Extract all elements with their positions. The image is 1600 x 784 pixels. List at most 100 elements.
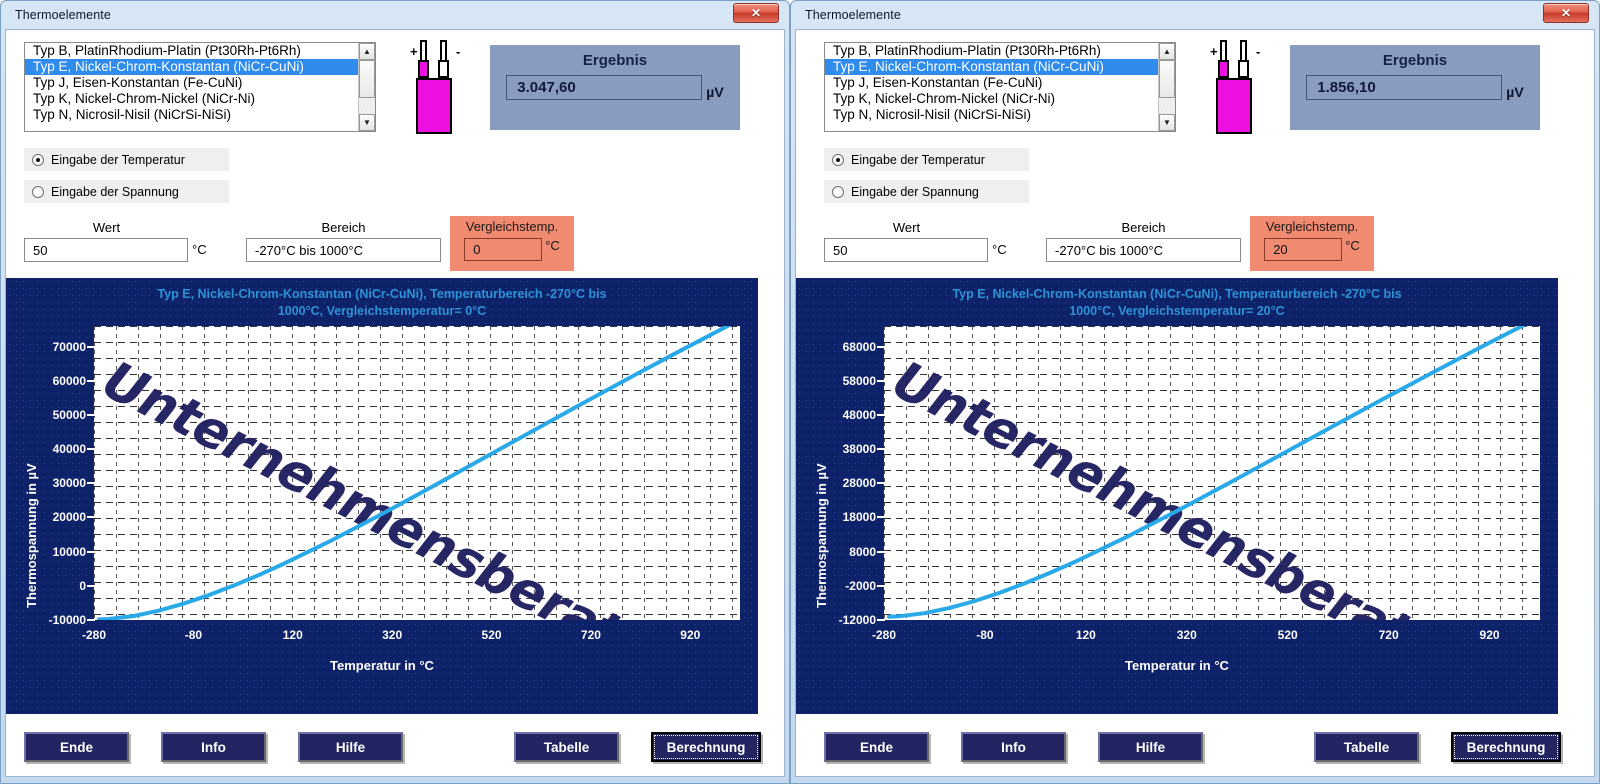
- radio-indicator[interactable]: [832, 153, 844, 166]
- vergleichstemp-panel: Vergleichstemp. 20 °C: [1250, 216, 1374, 271]
- thermocouple-plug-icon: + -: [410, 40, 470, 150]
- y-tick-mark: [87, 448, 95, 451]
- y-tick-label: 48000: [806, 408, 885, 422]
- close-button[interactable]: ✕: [1543, 3, 1589, 23]
- result-value[interactable]: 1.856,10: [1306, 75, 1503, 100]
- result-unit: µV: [706, 84, 724, 100]
- window-title: Thermoelemente: [15, 8, 111, 22]
- vergleichstemp-label: Vergleichstemp.: [1265, 219, 1359, 234]
- list-item[interactable]: Typ B, PlatinRhodium-Platin (Pt30Rh-Pt6R…: [25, 43, 358, 59]
- y-tick-mark: [87, 482, 95, 485]
- series-line-thermovoltage: [887, 326, 1527, 619]
- scrollbar-track[interactable]: [359, 60, 375, 114]
- button-berechnung[interactable]: Berechnung: [1451, 732, 1561, 762]
- bereich-input[interactable]: -270°C bis 1000°C: [246, 238, 441, 262]
- chart-title: Typ E, Nickel-Chrom-Konstantan (NiCr-CuN…: [796, 286, 1558, 320]
- close-button[interactable]: ✕: [733, 3, 779, 23]
- y-tick-label: -10000: [16, 613, 95, 627]
- plug-pin-positive: [1220, 40, 1227, 62]
- y-tick-label: 50000: [16, 408, 95, 422]
- scroll-down-icon[interactable]: ▼: [1159, 114, 1175, 131]
- chart-title-line1: Typ E, Nickel-Chrom-Konstantan (NiCr-CuN…: [952, 287, 1402, 301]
- y-tick-mark: [877, 345, 885, 348]
- scroll-up-icon[interactable]: ▲: [359, 43, 375, 60]
- chart-title: Typ E, Nickel-Chrom-Konstantan (NiCr-CuN…: [6, 286, 758, 320]
- button-ende[interactable]: Ende: [24, 732, 129, 762]
- scrollbar-thumb[interactable]: [1159, 60, 1175, 98]
- list-item[interactable]: Typ K, Nickel-Chrom-Nickel (NiCr-Ni): [825, 91, 1158, 107]
- y-tick-mark: [87, 345, 95, 348]
- result-panel: Ergebnis 3.047,60 µV: [490, 45, 740, 130]
- listbox-items: Typ B, PlatinRhodium-Platin (Pt30Rh-Pt6R…: [25, 43, 358, 131]
- scrollbar-thumb[interactable]: [359, 60, 375, 98]
- chart-panel: Typ E, Nickel-Chrom-Konstantan (NiCr-CuN…: [6, 278, 758, 714]
- scrollbar-track[interactable]: [1159, 60, 1175, 114]
- y-tick-mark: [87, 516, 95, 519]
- vergleichstemp-input[interactable]: 0: [464, 238, 543, 261]
- button-tabelle[interactable]: Tabelle: [514, 732, 619, 762]
- radio-indicator[interactable]: [32, 185, 44, 198]
- wert-input[interactable]: 50: [24, 238, 188, 262]
- result-value[interactable]: 3.047,60: [506, 75, 703, 100]
- list-item[interactable]: Typ B, PlatinRhodium-Platin (Pt30Rh-Pt6R…: [825, 43, 1158, 59]
- button-berechnung[interactable]: Berechnung: [651, 732, 761, 762]
- list-item[interactable]: Typ J, Eisen-Konstantan (Fe-CuNi): [825, 75, 1158, 91]
- y-axis-label: Thermospannung in µV: [814, 463, 829, 608]
- list-item[interactable]: Typ K, Nickel-Chrom-Nickel (NiCr-Ni): [25, 91, 358, 107]
- y-tick-mark: [877, 482, 885, 485]
- plug-pin-negative: [1240, 40, 1247, 62]
- scroll-down-icon[interactable]: ▼: [359, 114, 375, 131]
- listbox-scrollbar[interactable]: ▲ ▼: [358, 43, 375, 131]
- list-item[interactable]: Typ E, Nickel-Chrom-Konstantan (NiCr-CuN…: [25, 59, 358, 75]
- list-item[interactable]: Typ N, Nicrosil-Nisil (NiCrSi-NiSi): [825, 107, 1158, 123]
- radio-temperature[interactable]: Eingabe der Temperatur: [24, 148, 229, 171]
- x-tick-label: 320: [1176, 628, 1197, 642]
- y-tick-label: 68000: [806, 340, 885, 354]
- list-item[interactable]: Typ J, Eisen-Konstantan (Fe-CuNi): [25, 75, 358, 91]
- x-tick-label: 720: [580, 628, 601, 642]
- button-hilfe[interactable]: Hilfe: [298, 732, 403, 762]
- chart-title-line2: 1000°C, Vergleichstemperatur= 0°C: [277, 304, 487, 318]
- thermocouple-listbox[interactable]: Typ B, PlatinRhodium-Platin (Pt30Rh-Pt6R…: [824, 42, 1176, 132]
- plot-area: Unternehmensberatung Babel: [884, 326, 1540, 620]
- list-item[interactable]: Typ N, Nicrosil-Nisil (NiCrSi-NiSi): [25, 107, 358, 123]
- scroll-up-icon[interactable]: ▲: [1159, 43, 1175, 60]
- bereich-label: Bereich: [1121, 220, 1166, 235]
- button-hilfe[interactable]: Hilfe: [1098, 732, 1203, 762]
- y-tick-label: -12000: [806, 613, 885, 627]
- radio-indicator[interactable]: [832, 185, 844, 198]
- bereich-input[interactable]: -270°C bis 1000°C: [1046, 238, 1241, 262]
- listbox-scrollbar[interactable]: ▲ ▼: [1158, 43, 1175, 131]
- thermocouple-listbox[interactable]: Typ B, PlatinRhodium-Platin (Pt30Rh-Pt6R…: [24, 42, 376, 132]
- x-axis-label: Temperatur in °C: [330, 658, 434, 673]
- y-tick-label: 70000: [16, 340, 95, 354]
- radio-label: Eingabe der Temperatur: [851, 152, 985, 167]
- y-tick-mark: [877, 448, 885, 451]
- x-tick-label: 320: [382, 628, 403, 642]
- wert-unit: °C: [992, 242, 1007, 257]
- plot-area: Unternehmensberatung Babel: [94, 326, 740, 620]
- y-tick-mark: [87, 413, 95, 416]
- app-window-left: Thermoelemente ✕ Typ B, PlatinRhodium-Plat…: [0, 0, 790, 784]
- button-tabelle[interactable]: Tabelle: [1314, 732, 1419, 762]
- x-tick-label: 120: [1075, 628, 1096, 642]
- radio-indicator[interactable]: [32, 153, 44, 166]
- minus-sign: -: [456, 44, 461, 59]
- list-item[interactable]: Typ E, Nickel-Chrom-Konstantan (NiCr-CuN…: [825, 59, 1158, 75]
- vergleichstemp-panel: Vergleichstemp. 0 °C: [450, 216, 574, 271]
- y-tick-label: 38000: [806, 442, 885, 456]
- wert-input[interactable]: 50: [824, 238, 988, 262]
- radio-temperature[interactable]: Eingabe der Temperatur: [824, 148, 1029, 171]
- x-tick-label: -80: [976, 628, 994, 642]
- vergleichstemp-unit: °C: [1345, 238, 1360, 253]
- radio-voltage[interactable]: Eingabe der Spannung: [824, 180, 1029, 203]
- button-info[interactable]: Info: [961, 732, 1066, 762]
- radio-voltage[interactable]: Eingabe der Spannung: [24, 180, 229, 203]
- button-info[interactable]: Info: [161, 732, 266, 762]
- vergleichstemp-input[interactable]: 20: [1264, 238, 1343, 261]
- button-ende[interactable]: Ende: [824, 732, 929, 762]
- vergleichstemp-unit: °C: [545, 238, 560, 253]
- x-tick-label: -80: [184, 628, 203, 642]
- radio-label: Eingabe der Temperatur: [51, 152, 185, 167]
- y-tick-mark: [877, 584, 885, 587]
